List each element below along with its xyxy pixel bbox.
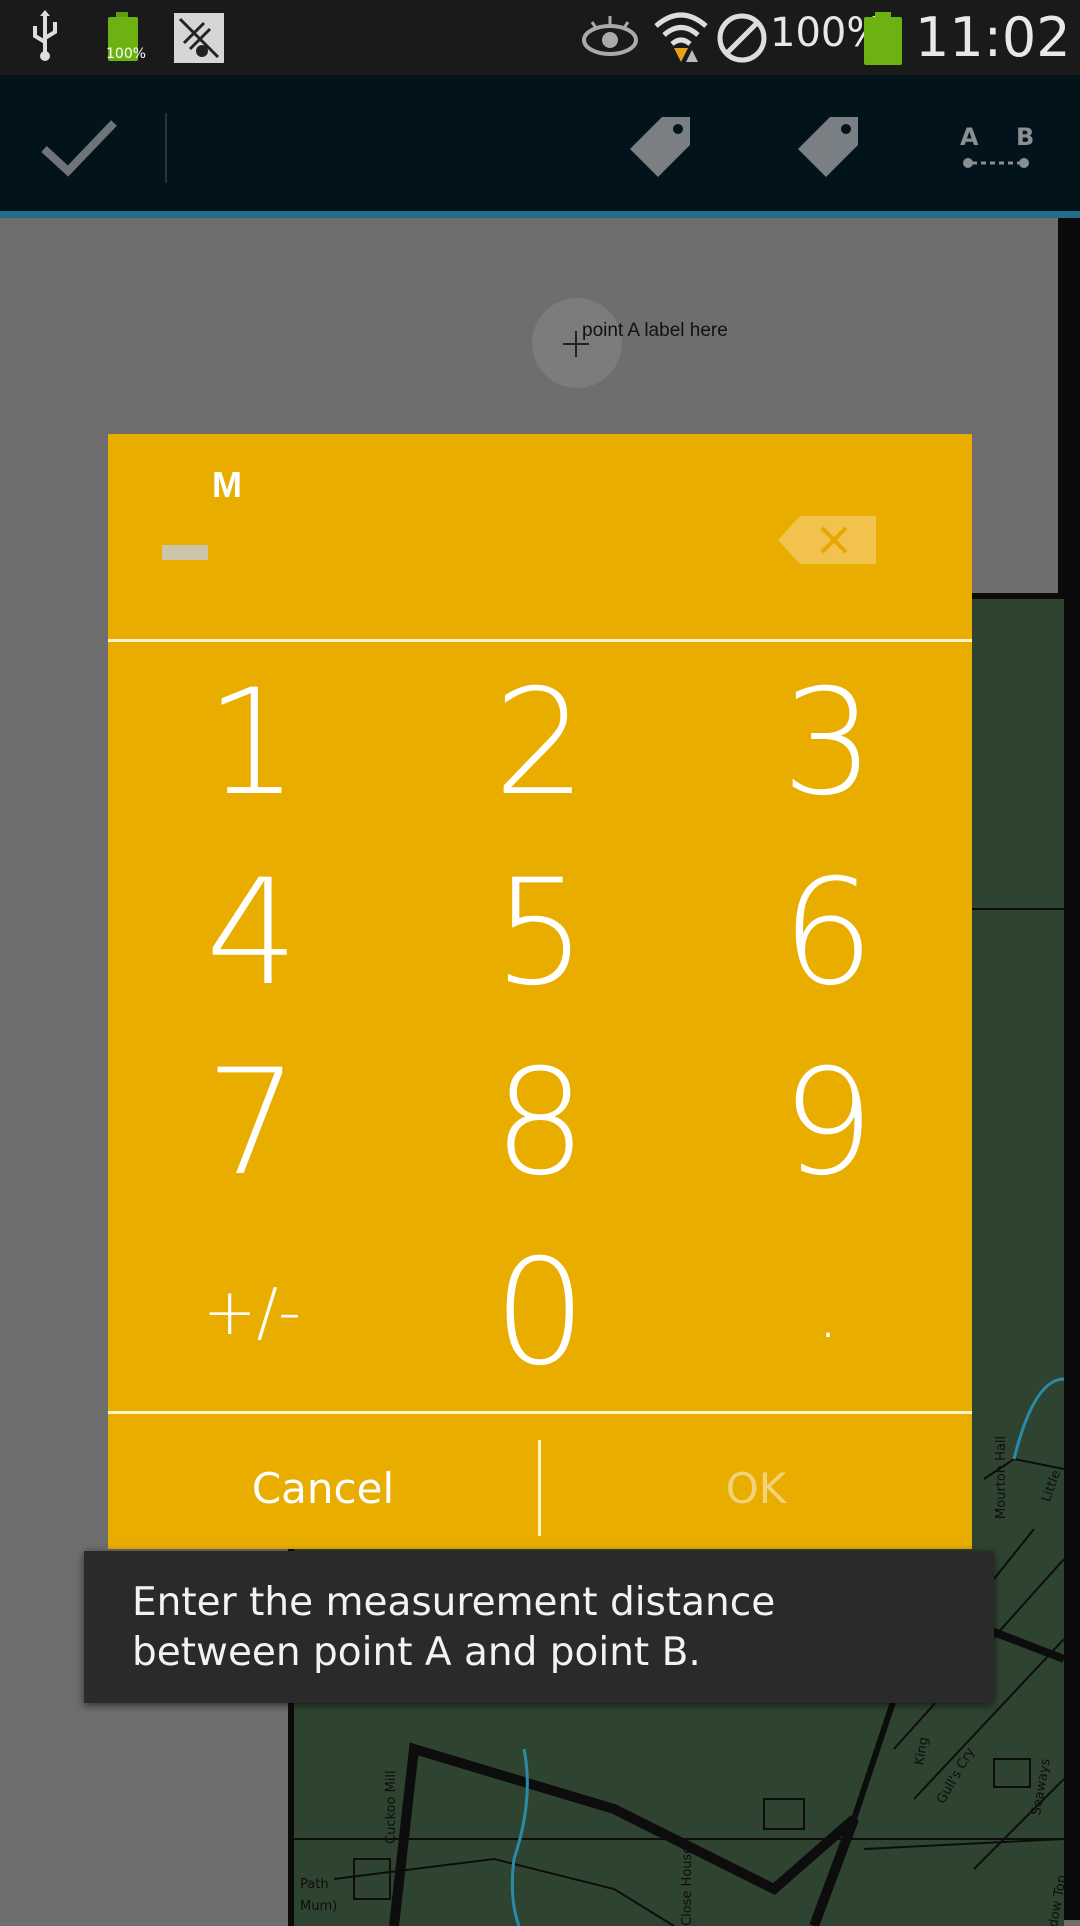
backspace-icon[interactable]	[778, 516, 876, 564]
key-6[interactable]: 6	[684, 838, 972, 1028]
ab-label-a: A	[960, 123, 979, 151]
dialog-divider	[108, 639, 972, 642]
usb-icon	[33, 10, 57, 61]
key-1[interactable]: 1	[108, 648, 396, 838]
map-place-label: Path	[300, 1877, 329, 1892]
clock: 11:02	[915, 6, 1071, 69]
action-bar-underline	[0, 211, 1080, 218]
ab-measure-icon[interactable]: A B	[958, 123, 1034, 183]
cancel-button[interactable]: Cancel	[108, 1440, 538, 1536]
map-place-label: Mum)	[300, 1899, 338, 1914]
ab-dotted-line-icon	[963, 158, 1029, 168]
tag-icon[interactable]	[796, 115, 860, 179]
key-9[interactable]: 9	[684, 1028, 972, 1218]
map-place-label: Close House	[680, 1845, 695, 1926]
checkmark-icon[interactable]	[40, 117, 120, 177]
key-4[interactable]: 4	[108, 838, 396, 1028]
key-5[interactable]: 5	[396, 838, 684, 1028]
dialog-divider	[108, 1411, 972, 1414]
key-8[interactable]: 8	[396, 1028, 684, 1218]
tag-icon[interactable]	[628, 115, 692, 179]
wifi-icon	[654, 12, 708, 62]
battery-icon	[864, 12, 902, 65]
map-place-label: Mourton Hall	[994, 1435, 1009, 1519]
point-a-label: point A label here	[582, 320, 728, 341]
crosshair-icon	[575, 331, 577, 357]
key-3[interactable]: 3	[684, 648, 972, 838]
toast-message: Enter the measurement distance between p…	[132, 1580, 776, 1675]
status-bar: 100% 100% 11:02	[0, 0, 1080, 75]
key-2[interactable]: 2	[396, 648, 684, 838]
do-not-disturb-icon	[717, 13, 767, 63]
action-divider	[165, 113, 167, 183]
unit-label: M	[212, 464, 242, 505]
map-place-label: Cuckoo Mill	[384, 1770, 399, 1844]
key-7[interactable]: 7	[108, 1028, 396, 1218]
battery-app-percent: 100%	[106, 46, 147, 62]
key-decimal[interactable]: .	[684, 1218, 972, 1408]
display-value-field	[162, 545, 208, 560]
key-0[interactable]: 0	[396, 1218, 684, 1408]
key-plus-minus[interactable]: +/-	[108, 1218, 396, 1408]
ok-button[interactable]: OK	[541, 1440, 971, 1536]
ab-label-b: B	[1016, 123, 1035, 151]
eye-icon	[582, 16, 638, 56]
gallery-app-icon	[174, 13, 224, 63]
action-bar: A B	[0, 75, 1080, 213]
